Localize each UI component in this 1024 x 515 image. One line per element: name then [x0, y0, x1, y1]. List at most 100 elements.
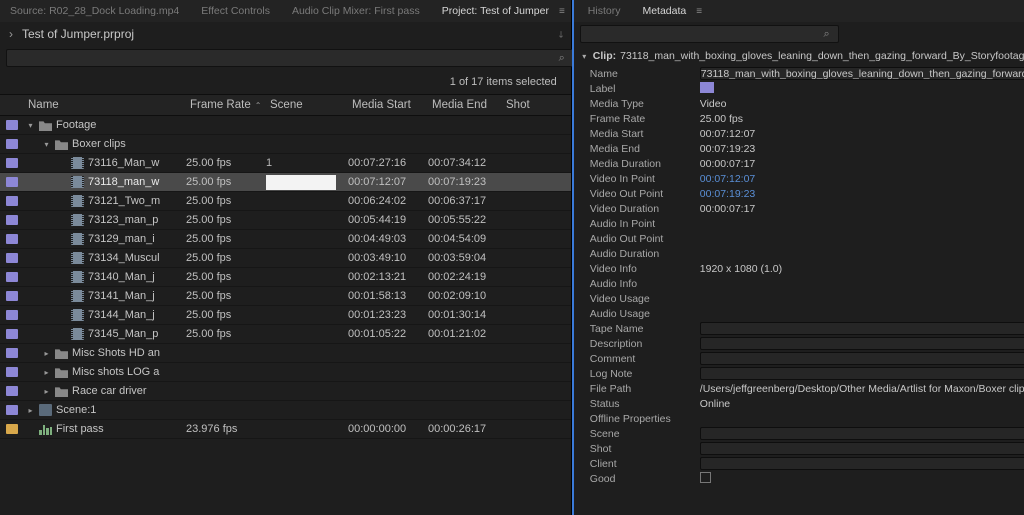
tab-audio-mixer[interactable]: Audio Clip Mixer: First pass [288, 2, 424, 20]
clip-label: Clip: [593, 50, 616, 62]
col-name[interactable]: Name [26, 99, 186, 111]
cell-media-start: 00:07:12:07 [348, 176, 428, 188]
clip-row[interactable]: 73144_Man_j25.00 fps00:01:23:2300:01:30:… [0, 306, 571, 325]
label-chip[interactable] [6, 329, 18, 339]
chevron-right-icon[interactable]: ▸ [42, 368, 51, 377]
scene-edit-input[interactable] [266, 175, 336, 190]
col-media-end[interactable]: Media End [428, 99, 502, 111]
meta-value[interactable] [700, 367, 1024, 380]
label-chip[interactable] [6, 386, 18, 396]
chevron-right-icon[interactable]: ▸ [42, 349, 51, 358]
col-frame-rate[interactable]: Frame Rate⌃ [186, 99, 266, 111]
meta-label: Offline Properties [580, 413, 700, 425]
chevron-right-icon[interactable]: ▸ [42, 387, 51, 396]
item-name: 73144_Man_j [88, 309, 155, 321]
label-chip[interactable] [6, 272, 18, 282]
meta-row: Scene⚐ [574, 426, 1024, 441]
clip-row[interactable]: 73123_man_p25.00 fps00:05:44:1900:05:55:… [0, 211, 571, 230]
meta-row: Audio Out Point [574, 231, 1024, 246]
label-chip[interactable] [6, 405, 18, 415]
cell-media-end: 00:07:19:23 [428, 176, 502, 188]
label-chip[interactable] [6, 177, 18, 187]
metadata-panel: History Metadata ≡ ⌕ ◀ ▶ ▾ Clip: 73118_m… [572, 0, 1024, 515]
collapse-preview-icon[interactable]: › [6, 27, 16, 41]
clip-row[interactable]: 73116_Man_w25.00 fps100:07:27:1600:07:34… [0, 154, 571, 173]
label-chip[interactable] [6, 367, 18, 377]
meta-label: Audio Usage [580, 308, 700, 320]
meta-value: 00:07:12:07 [700, 128, 1024, 140]
panel-resize-icon[interactable]: ↘ [554, 27, 567, 40]
label-chip[interactable] [6, 310, 18, 320]
tab-effect-controls[interactable]: Effect Controls [197, 2, 274, 20]
clip-row[interactable]: 73140_Man_j25.00 fps00:02:13:2100:02:24:… [0, 268, 571, 287]
label-chip[interactable] [6, 158, 18, 168]
col-scene[interactable]: Scene [266, 99, 348, 111]
label-swatch[interactable] [700, 82, 714, 93]
clip-row[interactable]: 73145_Man_p25.00 fps00:01:05:2200:01:21:… [0, 325, 571, 344]
tab-source[interactable]: Source: R02_28_Dock Loading.mp4 [6, 2, 183, 20]
cell-scene[interactable] [266, 175, 348, 190]
project-rows[interactable]: ▾Footage▾Boxer clips73116_Man_w25.00 fps… [0, 116, 571, 515]
bin-row[interactable]: ▸ Misc Shots HD an [0, 344, 571, 363]
tab-history[interactable]: History [584, 2, 625, 20]
meta-value: 25.00 fps [700, 113, 1024, 125]
clip-row[interactable]: 73141_Man_j25.00 fps00:01:58:1300:02:09:… [0, 287, 571, 306]
meta-value[interactable] [700, 352, 1024, 365]
item-name: Scene:1 [56, 404, 96, 416]
sequence-row[interactable]: ▸ Scene:1 [0, 401, 571, 420]
search-icon: ⌕ [823, 28, 829, 41]
meta-value[interactable] [700, 427, 1024, 440]
meta-value[interactable] [700, 442, 1024, 455]
cell-media-end: 00:05:55:22 [428, 214, 502, 226]
clip-title-row[interactable]: ▾ Clip: 73118_man_with_boxing_gloves_lea… [574, 46, 1024, 66]
label-chip[interactable] [6, 424, 18, 434]
item-name: Misc Shots HD an [72, 347, 160, 359]
label-chip[interactable] [6, 120, 18, 130]
meta-label: Audio Info [580, 278, 700, 290]
meta-value[interactable] [700, 337, 1024, 350]
panel-menu-icon[interactable]: ≡ [696, 6, 702, 17]
col-media-start[interactable]: Media Start [348, 99, 428, 111]
col-shot[interactable]: Shot [502, 99, 548, 111]
meta-value[interactable] [700, 472, 1024, 486]
checkbox[interactable] [700, 472, 711, 483]
bin-row[interactable]: ▾Footage [0, 116, 571, 135]
meta-row: Media End00:07:19:23 [574, 141, 1024, 156]
tab-metadata[interactable]: Metadata [638, 2, 690, 20]
project-search-input[interactable] [6, 49, 575, 67]
meta-value[interactable] [700, 457, 1024, 470]
clip-row[interactable]: 73129_man_i25.00 fps00:04:49:0300:04:54:… [0, 230, 571, 249]
bin-row[interactable]: ▾Boxer clips [0, 135, 571, 154]
label-chip[interactable] [6, 196, 18, 206]
meta-value[interactable] [700, 322, 1024, 335]
label-chip[interactable] [6, 215, 18, 225]
cell-frame-rate: 25.00 fps [186, 233, 266, 245]
clip-row[interactable]: 73118_man_w25.00 fps00:07:12:0700:07:19:… [0, 173, 571, 192]
label-chip[interactable] [6, 348, 18, 358]
metadata-search-input[interactable] [580, 25, 840, 43]
cell-media-start: 00:01:58:13 [348, 290, 428, 302]
label-chip[interactable] [6, 139, 18, 149]
chevron-down-icon[interactable]: ▾ [26, 121, 35, 130]
tab-project[interactable]: Project: Test of Jumper [438, 2, 553, 20]
bin-row[interactable]: ▸Misc shots LOG a [0, 363, 571, 382]
chevron-right-icon[interactable]: ▸ [26, 406, 35, 415]
label-chip[interactable] [6, 291, 18, 301]
bin-icon [39, 119, 52, 131]
meta-row: Log Note⚐ [574, 366, 1024, 381]
clip-row[interactable]: 73121_Two_m25.00 fps00:06:24:0200:06:37:… [0, 192, 571, 211]
meta-row: Good [574, 471, 1024, 486]
cell-scene[interactable]: 1 [266, 157, 348, 169]
label-chip[interactable] [6, 253, 18, 263]
label-chip[interactable] [6, 234, 18, 244]
cell-frame-rate: 25.00 fps [186, 271, 266, 283]
meta-label: Video Info [580, 263, 700, 275]
clip-row[interactable]: 73134_Muscul25.00 fps00:03:49:1000:03:59… [0, 249, 571, 268]
meta-value[interactable]: 73118_man_with_boxing_gloves_leaning_dow… [700, 67, 1024, 80]
cell-media-start: 00:05:44:19 [348, 214, 428, 226]
sequence-row[interactable]: First pass23.976 fps00:00:00:0000:00:26:… [0, 420, 571, 439]
meta-label: Label [580, 83, 700, 95]
chevron-down-icon[interactable]: ▾ [42, 140, 51, 149]
panel-menu-icon[interactable]: ≡ [559, 6, 565, 17]
bin-row[interactable]: ▸Race car driver [0, 382, 571, 401]
